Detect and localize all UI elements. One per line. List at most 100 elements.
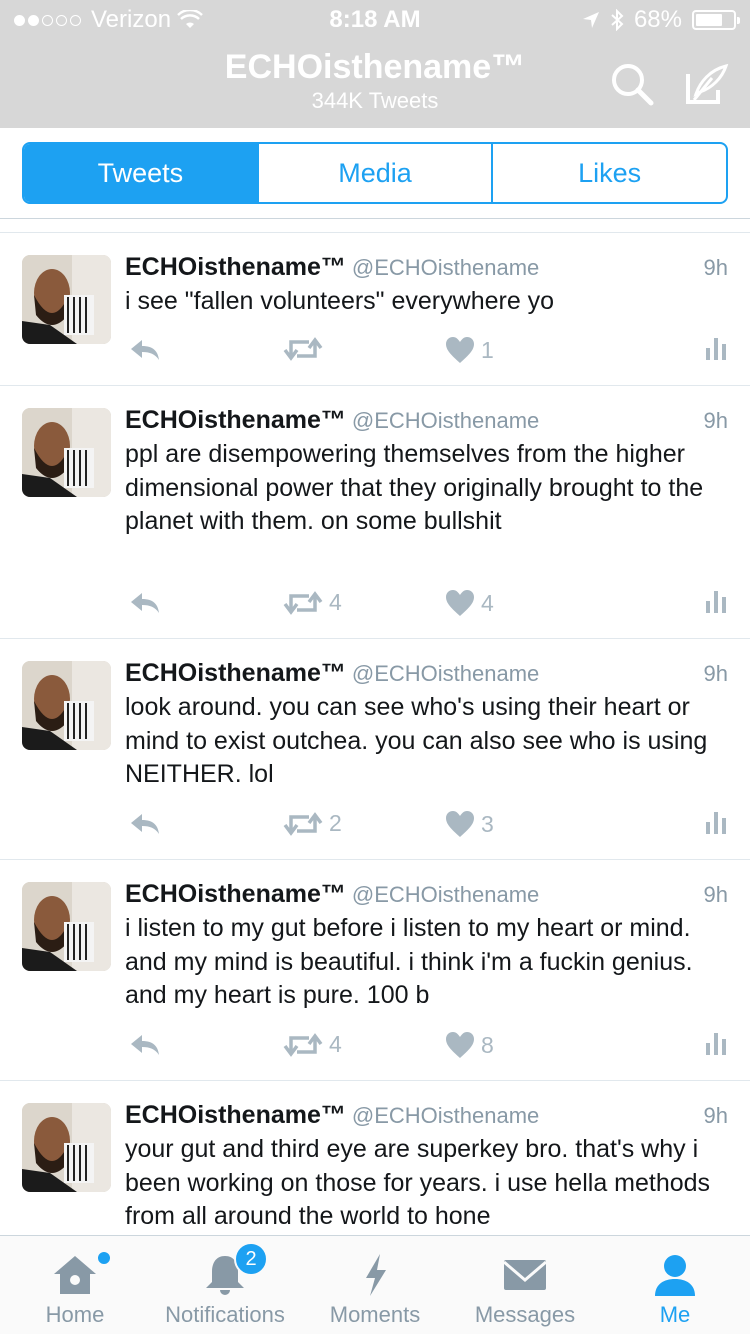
divider bbox=[0, 218, 750, 219]
tweet[interactable]: ECHOisthename™ @ECHOisthename 9h i listen… bbox=[0, 860, 750, 1081]
battery-icon bbox=[692, 10, 740, 30]
like-count: 4 bbox=[481, 589, 494, 616]
search-icon[interactable] bbox=[608, 60, 656, 108]
heart-icon bbox=[446, 337, 474, 363]
tab-home[interactable]: Home bbox=[0, 1236, 150, 1335]
avatar[interactable] bbox=[22, 255, 111, 344]
retweet-count: 4 bbox=[329, 589, 342, 615]
analytics-icon bbox=[706, 812, 726, 834]
envelope-icon bbox=[503, 1260, 547, 1290]
tweet-author-handle[interactable]: @ECHOisthename bbox=[352, 882, 539, 907]
tab-messages[interactable]: Messages bbox=[450, 1236, 600, 1335]
retweet-button[interactable]: 4 bbox=[283, 1031, 342, 1058]
like-count: 1 bbox=[481, 336, 494, 363]
avatar[interactable] bbox=[22, 1103, 111, 1192]
tweet-text: look around. you can see who's using the… bbox=[125, 693, 715, 788]
heart-icon bbox=[446, 590, 474, 616]
tab-label: Messages bbox=[474, 1302, 576, 1327]
tab-label: Home bbox=[45, 1302, 105, 1327]
tweet-feed[interactable]: ECHOisthename™ @ECHOisthename 9h i see "f… bbox=[0, 233, 750, 1235]
retweet-count: 2 bbox=[329, 810, 342, 836]
compose-icon[interactable] bbox=[682, 60, 730, 108]
new-content-dot bbox=[96, 1250, 112, 1266]
battery-percent: 68% bbox=[633, 6, 682, 33]
tab-label: Notifications bbox=[165, 1302, 285, 1327]
analytics-button[interactable] bbox=[706, 336, 728, 360]
reply-icon bbox=[131, 340, 159, 360]
like-button[interactable]: 4 bbox=[445, 589, 494, 617]
like-button[interactable]: 8 bbox=[445, 1031, 494, 1059]
avatar[interactable] bbox=[22, 661, 111, 750]
tab-label: Me bbox=[659, 1302, 691, 1327]
tweet-timestamp: 9h bbox=[703, 255, 728, 280]
home-icon bbox=[54, 1256, 96, 1294]
tweet-author-handle[interactable]: @ECHOisthename bbox=[352, 255, 539, 280]
retweet-button[interactable] bbox=[283, 336, 329, 362]
bluetooth-icon bbox=[611, 9, 624, 31]
tab-media[interactable]: Media bbox=[256, 144, 492, 202]
tweet-author-handle[interactable]: @ECHOisthename bbox=[352, 661, 539, 686]
tweet-author-name[interactable]: ECHOisthename™ bbox=[125, 659, 346, 687]
analytics-button[interactable] bbox=[706, 589, 728, 613]
status-bar: Verizon 8:18 AM 68% bbox=[0, 0, 750, 40]
reply-icon bbox=[131, 1035, 159, 1055]
tweet[interactable]: ECHOisthename™ @ECHOisthename 9h your gut… bbox=[0, 1081, 750, 1235]
retweet-button[interactable]: 2 bbox=[283, 810, 342, 837]
heart-icon bbox=[446, 1032, 474, 1058]
tweet-text: i listen to my gut before i listen to my… bbox=[125, 914, 700, 1009]
retweet-button[interactable]: 4 bbox=[283, 589, 342, 616]
tab-tweets[interactable]: Tweets bbox=[24, 144, 257, 202]
retweet-icon bbox=[283, 337, 323, 361]
reply-icon bbox=[131, 814, 159, 834]
tab-notifications[interactable]: 2 Notifications bbox=[150, 1236, 300, 1335]
retweet-icon bbox=[283, 590, 323, 615]
tweet-text: i see "fallen volunteers" everywhere yo bbox=[125, 287, 555, 315]
reply-button[interactable] bbox=[128, 336, 162, 364]
profile-tabs: Tweets Media Likes bbox=[22, 142, 728, 204]
tweet[interactable]: ECHOisthename™ @ECHOisthename 9h look aro… bbox=[0, 639, 750, 860]
heart-icon bbox=[446, 811, 474, 837]
retweet-icon bbox=[283, 811, 323, 836]
tab-me[interactable]: Me bbox=[600, 1236, 750, 1335]
analytics-icon bbox=[706, 1033, 726, 1055]
tweet-timestamp: 9h bbox=[703, 1103, 728, 1128]
tweet[interactable]: ECHOisthename™ @ECHOisthename 9h i see "f… bbox=[0, 233, 750, 386]
like-button[interactable]: 3 bbox=[445, 810, 494, 838]
retweet-count: 4 bbox=[329, 1031, 342, 1057]
tweet-timestamp: 9h bbox=[703, 882, 728, 907]
reply-button[interactable] bbox=[128, 1031, 162, 1059]
tweet-text: your gut and third eye are superkey bro.… bbox=[125, 1135, 718, 1230]
analytics-button[interactable] bbox=[706, 810, 728, 834]
analytics-icon bbox=[706, 591, 726, 613]
like-count: 3 bbox=[481, 810, 494, 837]
tweet-author-handle[interactable]: @ECHOisthename bbox=[352, 1103, 539, 1128]
tab-likes[interactable]: Likes bbox=[491, 144, 726, 202]
analytics-icon bbox=[706, 338, 726, 360]
retweet-icon bbox=[283, 1032, 323, 1057]
reply-button[interactable] bbox=[128, 810, 162, 838]
reply-icon bbox=[131, 593, 159, 613]
tweet-text: ppl are disempowering themselves from th… bbox=[125, 440, 711, 535]
tweet-author-handle[interactable]: @ECHOisthename bbox=[352, 408, 539, 433]
tweet[interactable]: ECHOisthename™ @ECHOisthename 9h ppl are … bbox=[0, 386, 750, 639]
like-button[interactable]: 1 bbox=[445, 336, 494, 364]
tweet-author-name[interactable]: ECHOisthename™ bbox=[125, 1101, 346, 1129]
tweet-author-name[interactable]: ECHOisthename™ bbox=[125, 406, 346, 434]
tweet-author-name[interactable]: ECHOisthename™ bbox=[125, 253, 346, 281]
tweet-timestamp: 9h bbox=[703, 408, 728, 433]
person-icon bbox=[655, 1255, 695, 1296]
avatar[interactable] bbox=[22, 408, 111, 497]
analytics-button[interactable] bbox=[706, 1031, 728, 1055]
profile-header: Verizon 8:18 AM 68% ECHOisthename™ 344K … bbox=[0, 0, 750, 128]
tweet-author-name[interactable]: ECHOisthename™ bbox=[125, 880, 346, 908]
tab-label: Moments bbox=[329, 1302, 421, 1327]
lightning-icon bbox=[366, 1254, 386, 1296]
reply-button[interactable] bbox=[128, 589, 162, 617]
tab-moments[interactable]: Moments bbox=[300, 1236, 450, 1335]
tweet-timestamp: 9h bbox=[703, 661, 728, 686]
location-arrow-icon bbox=[582, 12, 599, 28]
notifications-badge: 2 bbox=[234, 1242, 268, 1276]
like-count: 8 bbox=[481, 1031, 494, 1058]
bottom-tab-bar: Home 2 Notifications Moments Messages Me bbox=[0, 1235, 750, 1334]
avatar[interactable] bbox=[22, 882, 111, 971]
